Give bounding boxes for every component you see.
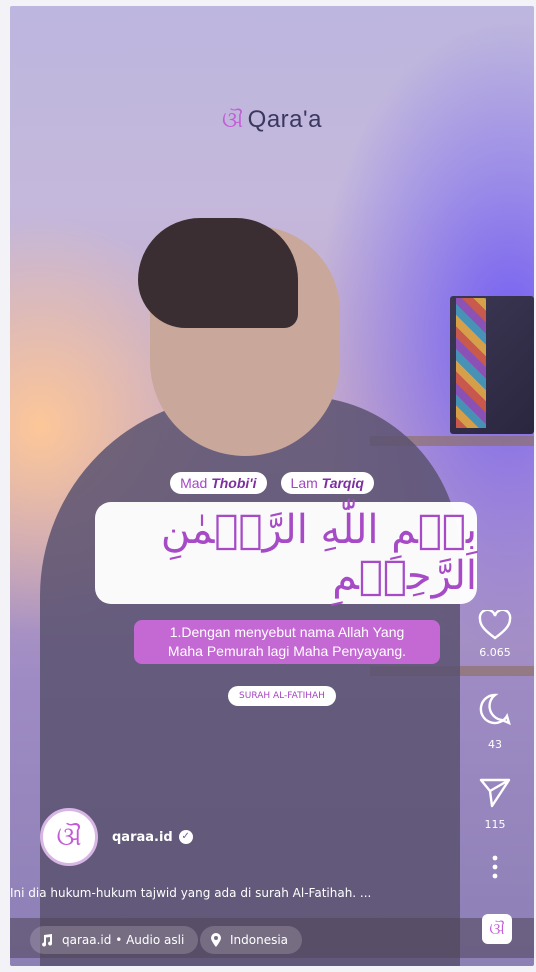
more-options-button[interactable] — [470, 854, 520, 880]
tajwid-tags: Mad Thobi'i Lam Tarqiq — [10, 472, 534, 494]
like-action[interactable]: 6.065 — [470, 610, 520, 659]
ayah-translation: 1.Dengan menyebut nama Allah Yang Maha P… — [134, 620, 440, 664]
comment-icon — [479, 693, 511, 726]
heart-icon — [478, 610, 512, 640]
tag-lam-tarqiq: Lam Tarqiq — [280, 472, 374, 494]
audio-label: qaraa.id • Audio asli — [62, 933, 185, 947]
share-action[interactable]: 115 — [470, 776, 520, 831]
like-count: 6.065 — [479, 646, 511, 659]
location-chip[interactable]: Indonesia — [200, 926, 303, 954]
location-pin-icon — [210, 933, 222, 947]
audio-chip[interactable]: qaraa.id • Audio asli — [30, 926, 199, 954]
speaker-hair — [138, 218, 298, 328]
comment-action[interactable]: 43 — [470, 692, 520, 751]
location-label: Indonesia — [230, 933, 289, 947]
username[interactable]: qaraa.id — [112, 830, 173, 845]
reel-video-frame[interactable]: ଔ Qara'a Mad Thobi'i Lam Tarqiq بِسۡمِ ال… — [10, 6, 534, 966]
brand-logo: ଔ Qara'a — [10, 106, 534, 134]
avatar[interactable]: ଔ — [40, 808, 98, 866]
verified-icon: ✓ — [178, 830, 193, 844]
tag-mad-thobii: Mad Thobi'i — [170, 472, 267, 494]
share-count: 115 — [484, 818, 506, 831]
more-vertical-icon — [492, 855, 498, 879]
surah-label: SURAH AL-FATIHAH — [228, 686, 336, 706]
book-pattern — [456, 298, 486, 428]
brand-name: Qara'a — [247, 106, 322, 133]
brand-mark-icon: ଔ — [222, 107, 244, 132]
caption[interactable]: Ini dia hukum-hukum tajwid yang ada di s… — [10, 886, 530, 900]
music-note-icon — [40, 933, 54, 947]
comment-count: 43 — [488, 738, 502, 751]
ayah-arabic: بِسۡمِ اللّٰهِ الرَّحۡمٰنِ الرَّحِيۡمِ — [95, 502, 477, 604]
profile-row[interactable]: ଔ qaraa.id ✓ — [40, 808, 193, 866]
audio-source-thumbnail[interactable]: ଔ — [482, 914, 512, 944]
send-icon — [479, 778, 511, 808]
